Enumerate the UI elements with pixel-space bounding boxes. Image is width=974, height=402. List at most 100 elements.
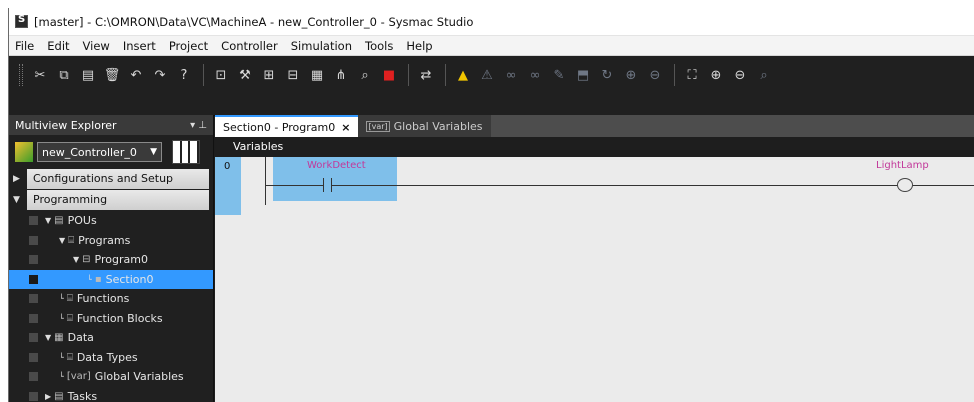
tree-item-functions[interactable]: └ ⌸ Functions [9,289,213,309]
zoom-in-icon[interactable]: ⊕ [705,64,727,86]
tree-twisty-icon[interactable]: └ [59,372,64,381]
left-power-rail [265,157,266,205]
tree-item-content: └ ⌸ Function Blocks [59,312,163,325]
tab-section0-program0[interactable]: Section0 - Program0 × [215,115,359,137]
menu-insert[interactable]: Insert [123,39,156,53]
help-icon[interactable]: ? [173,64,195,86]
tree-item-pous[interactable]: ▼ ▤ POUs [9,211,213,231]
find-icon[interactable]: ⌕ [354,64,376,86]
tree-item-section0[interactable]: └ ▪ Section0 [9,269,213,289]
collapse-icon[interactable]: ▼ [13,195,27,205]
document-tabs: Section0 - Program0 × [var] Global Varia… [215,115,491,137]
tree-item-data[interactable]: ▼ ▦ Data [9,328,213,348]
zoom-100-icon[interactable]: ⌕ [753,64,775,86]
tree-node-icon: ⌸ [66,312,73,324]
tree-item-content: ▶ ▤ Tasks [45,390,97,402]
redo-icon[interactable]: ↷ [149,64,171,86]
menu-edit[interactable]: Edit [47,39,69,53]
io-map-icon[interactable]: ⊕ [620,64,642,86]
device-icon[interactable] [172,140,200,164]
tree-item-global-variables[interactable]: └ [var] Global Variables [9,367,213,387]
delete-icon[interactable]: 🗑 [101,64,123,86]
tree-node-icon: ▦ [54,332,64,344]
output-coil[interactable] [897,178,913,192]
close-icon[interactable]: × [341,121,350,134]
tab-global-variables[interactable]: [var] Global Variables [358,115,491,137]
section-configurations[interactable]: ▶ Configurations and Setup [13,169,209,189]
menu-simulation[interactable]: Simulation [291,39,352,53]
coil-variable[interactable]: LightLamp [876,160,929,171]
refresh-icon[interactable]: ↻ [596,64,618,86]
toolbar-grip[interactable] [19,64,23,86]
tree-item-program0[interactable]: ▼ ⊟ Program0 [9,250,213,270]
menu-controller[interactable]: Controller [221,39,278,53]
tree-item-marker [29,313,38,323]
tree-twisty-icon[interactable]: └ [87,275,92,284]
tree-item-data-types[interactable]: └ ⌸ Data Types [9,348,213,368]
section-programming[interactable]: ▼ Programming [13,190,209,210]
tree-twisty-icon[interactable]: ▼ [73,255,79,264]
tree-twisty-icon[interactable]: └ [59,353,64,362]
menu-view[interactable]: View [83,39,110,53]
tree-item-programs[interactable]: ▼ ⌸ Programs [9,231,213,251]
expand-icon[interactable]: ▶ [13,174,27,184]
chevron-down-icon[interactable]: ▼ [150,147,157,157]
compare-icon[interactable]: ⊞ [258,64,280,86]
copy-icon[interactable]: ⧉ [53,64,75,86]
tree-twisty-icon[interactable]: ▼ [59,236,65,245]
set-icon[interactable]: ∞ [500,64,522,86]
tree-item-function-blocks[interactable]: └ ⌸ Function Blocks [9,309,213,329]
cut-icon[interactable]: ✂ [29,64,51,86]
menu-file[interactable]: File [15,39,34,53]
wrench-icon[interactable]: ⚒ [234,64,256,86]
rung-wire-right [331,185,974,186]
monitor-icon[interactable]: ⬒ [572,64,594,86]
section-programming-label: Programming [27,190,209,210]
pin-icon[interactable]: ▾ ⊥ [190,120,207,131]
variables-bar[interactable]: Variables [215,137,974,157]
controller-dropdown[interactable]: new_Controller_0 ▼ [37,142,162,162]
tree-item-content: └ ▪ Section0 [87,273,153,286]
axis-icon[interactable]: ⊖ [644,64,666,86]
tree-node-icon: ⌸ [66,351,73,363]
tree-node-icon: ⌸ [66,293,73,305]
toolbar-separator [674,64,675,86]
toolbar-separator [408,64,409,86]
ladder-editor[interactable]: 0 WorkDetect LightLamp [215,157,974,402]
transfer-icon[interactable]: ⇄ [415,64,437,86]
stop-icon[interactable]: ■ [378,64,400,86]
title-bar: [master] - C:\OMRON\Data\VC\MachineA - n… [9,8,974,36]
tree-twisty-icon[interactable]: ▼ [45,333,51,342]
variable-table-icon[interactable]: ▦ [306,64,328,86]
tree-item-content: ▼ ⌸ Programs [59,234,130,247]
variables-label: Variables [233,140,284,153]
force-icon[interactable]: ⚠ [476,64,498,86]
zoom-out-icon[interactable]: ⊖ [729,64,751,86]
tree-twisty-icon[interactable]: ▼ [45,216,51,225]
menu-project[interactable]: Project [169,39,208,53]
zoom-fit-icon[interactable]: ⛶ [681,64,703,86]
menu-help[interactable]: Help [406,39,432,53]
multiview-explorer: Multiview Explorer ▾ ⊥ new_Controller_0 … [9,115,214,402]
warning-icon[interactable]: ▲ [452,64,474,86]
contact-variable[interactable]: WorkDetect [307,160,366,171]
tree-twisty-icon[interactable]: └ [59,314,64,323]
paste-icon[interactable]: ▤ [77,64,99,86]
reset-icon[interactable]: ∞ [524,64,546,86]
network-icon[interactable]: ⋔ [330,64,352,86]
build-icon[interactable]: ⊡ [210,64,232,86]
cross-reference-icon[interactable]: ⊟ [282,64,304,86]
tree-twisty-icon[interactable]: └ [59,294,64,303]
menu-tools[interactable]: Tools [365,39,393,53]
tree-item-marker [29,216,38,225]
tree-item-marker [29,255,38,264]
tree-twisty-icon[interactable]: ▶ [45,392,51,401]
toolbar-separator [203,64,204,86]
controller-icon [15,142,33,162]
tree-item-tasks[interactable]: ▶ ▤ Tasks [9,387,213,402]
section-configurations-label: Configurations and Setup [27,169,209,189]
undo-icon[interactable]: ↶ [125,64,147,86]
online-edit-icon[interactable]: ✎ [548,64,570,86]
rung-number[interactable]: 0 [215,157,241,215]
toolbar-row: ✂ ⧉ ▤ 🗑 ↶ ↷? ⊡ ⚒ ⊞ ⊟ ▦ ⋔ ⌕ ■ ⇄ ▲ ⚠ ∞ ∞ ✎ ⬒ ↻ ⊕ ⊖ ⛶ ⊕ ⊖ ⌕ [15,62,777,88]
